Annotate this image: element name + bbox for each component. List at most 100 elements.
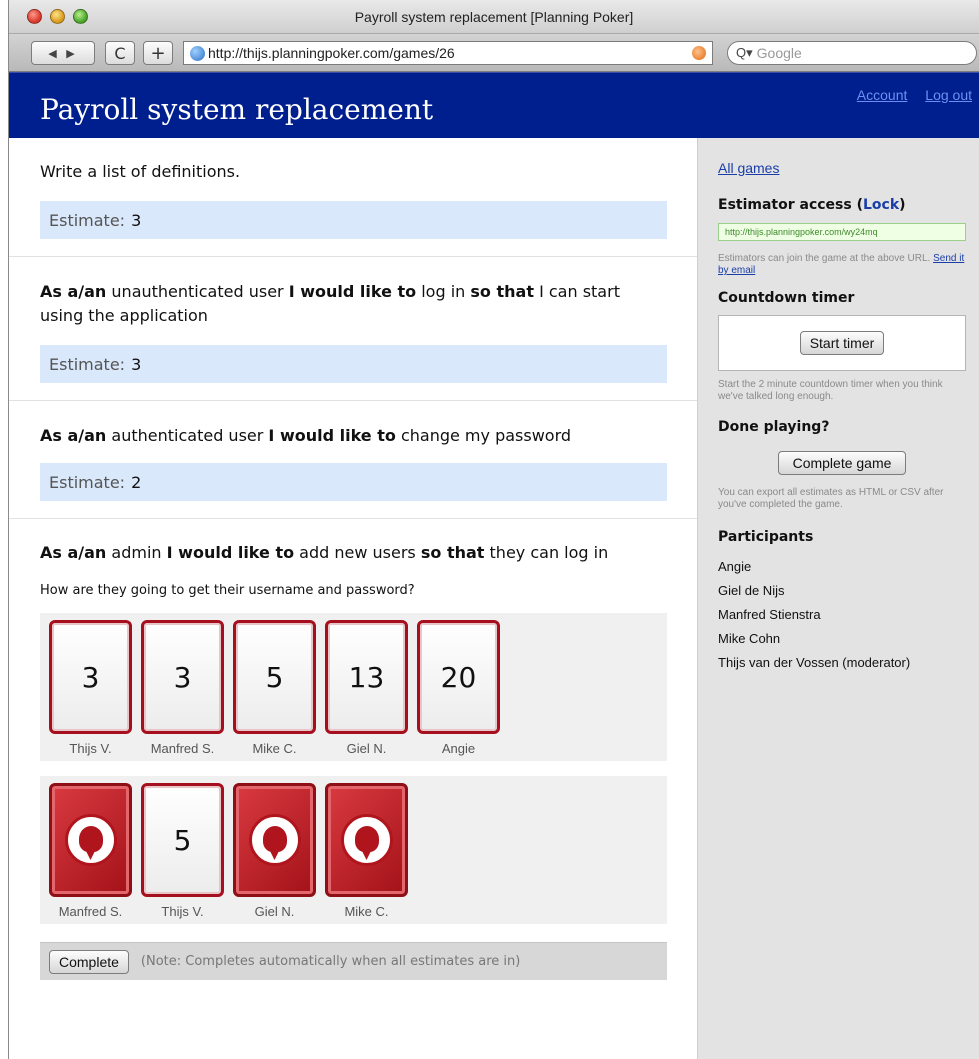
estimate-box: Estimate: 2 xyxy=(40,463,667,501)
complete-game-wrap: Complete game xyxy=(718,451,966,475)
estimator-access-label: Estimator access ( xyxy=(718,197,863,213)
complete-button[interactable]: Complete xyxy=(49,949,129,974)
complete-bar: Complete (Note: Completes automatically … xyxy=(40,942,667,980)
vote-slot: 5 Mike C. xyxy=(233,620,316,756)
stories-panel: Write a list of definitions. Estimate: 3… xyxy=(9,138,697,1059)
browser-window: Payroll system replacement [Planning Pok… xyxy=(8,0,979,1059)
vote-slot: Manfred S. xyxy=(49,783,132,919)
planning-poker-logo-icon xyxy=(248,814,301,866)
participant-item: Angie xyxy=(718,559,752,574)
voter-name: Thijs V. xyxy=(69,741,112,756)
window-title: Payroll system replacement [Planning Pok… xyxy=(354,9,634,25)
estimate-card: 13 xyxy=(325,620,408,734)
story-question: How are they going to get their username… xyxy=(40,583,415,598)
vote-slot: 3 Thijs V. xyxy=(49,620,132,756)
participants-heading: Participants xyxy=(718,529,814,545)
planning-poker-logo-icon xyxy=(64,814,117,866)
logout-link[interactable]: Log out xyxy=(925,87,972,103)
estimate-value: 2 xyxy=(131,472,142,492)
voter-name: Mike C. xyxy=(344,904,389,919)
story-text: Write a list of definitions. xyxy=(40,162,241,181)
story-keyword: I would like to xyxy=(268,426,396,445)
estimate-label: Estimate: xyxy=(49,354,126,374)
face-down-card xyxy=(49,783,132,897)
voter-name: Mike C. xyxy=(252,741,297,756)
estimate-value: 3 xyxy=(131,354,142,374)
participant-item: Giel de Nijs xyxy=(718,583,785,598)
access-help-text: Estimators can join the game at the abov… xyxy=(718,253,931,264)
all-games-link[interactable]: All games xyxy=(718,160,779,176)
vote-slot: Giel N. xyxy=(233,783,316,919)
url-text: http://thijs.planningpoker.com/games/26 xyxy=(208,45,455,61)
voter-name: Giel N. xyxy=(346,741,387,756)
browser-toolbar: ◀ ▶ C + http://thijs.planningpoker.com/g… xyxy=(9,34,979,72)
search-icon: Q▾ xyxy=(736,45,753,60)
add-bookmark-button[interactable]: + xyxy=(143,41,173,65)
complete-game-button[interactable]: Complete game xyxy=(777,451,907,475)
face-down-card xyxy=(233,783,316,897)
access-help: Estimators can join the game at the abov… xyxy=(718,253,966,277)
estimate-card: 20 xyxy=(417,620,500,734)
story-want: add new users xyxy=(299,543,416,562)
vote-slot: 20 Angie xyxy=(417,620,500,756)
story-item: As a/an unauthenticated user I would lik… xyxy=(9,257,697,401)
reload-button[interactable]: C xyxy=(105,41,135,65)
complete-note: (Note: Completes automatically when all … xyxy=(140,954,521,969)
voter-name: Angie xyxy=(441,741,476,756)
estimate-box: Estimate: 3 xyxy=(40,345,667,383)
story-want: log in xyxy=(421,282,466,301)
story-keyword: I would like to xyxy=(166,543,295,562)
voter-name: Manfred S. xyxy=(150,741,215,756)
estimate-label: Estimate: xyxy=(49,472,126,492)
estimate-card: 3 xyxy=(49,620,132,734)
story-text: As a/an authenticated user I would like … xyxy=(40,424,667,448)
story-item: Write a list of definitions. Estimate: 3 xyxy=(9,138,697,257)
account-link[interactable]: Account xyxy=(857,87,908,103)
story-keyword: so that xyxy=(420,543,485,562)
voter-name: Giel N. xyxy=(254,904,295,919)
story-benefit: they can log in xyxy=(489,543,609,562)
participant-item: Thijs van der Vossen (moderator) xyxy=(718,655,911,670)
story-role: admin xyxy=(111,543,162,562)
estimator-access-paren: ) xyxy=(899,197,906,213)
globe-icon xyxy=(190,45,205,61)
estimate-card: 5 xyxy=(233,620,316,734)
estimator-access-heading: Estimator access (Lock) xyxy=(718,197,966,213)
timer-box: Start timer xyxy=(718,315,966,371)
story-keyword: so that xyxy=(470,282,534,301)
lock-link[interactable]: Lock xyxy=(863,197,899,213)
address-bar[interactable]: http://thijs.planningpoker.com/games/26 xyxy=(183,41,713,65)
estimator-url-field[interactable]: http://thijs.planningpoker.com/wy24mq xyxy=(718,223,966,241)
story-text: As a/an admin I would like to add new us… xyxy=(40,541,667,565)
voter-name: Thijs V. xyxy=(161,904,204,919)
story-item: As a/an authenticated user I would like … xyxy=(9,401,697,519)
planning-poker-logo-icon xyxy=(340,814,393,866)
face-down-card xyxy=(325,783,408,897)
story-want: change my password xyxy=(400,426,572,445)
estimate-box: Estimate: 3 xyxy=(40,201,667,239)
title-bar: Payroll system replacement [Planning Pok… xyxy=(9,0,979,34)
search-placeholder: Google xyxy=(756,45,802,61)
estimate-card: 3 xyxy=(141,620,224,734)
story-role: authenticated user xyxy=(111,426,264,445)
user-links: Account Log out xyxy=(843,87,972,103)
rss-icon[interactable] xyxy=(692,46,706,60)
estimate-value: 3 xyxy=(131,210,142,230)
vote-slot: 3 Manfred S. xyxy=(141,620,224,756)
estimate-label: Estimate: xyxy=(49,210,126,230)
story-keyword: As a/an xyxy=(40,282,107,301)
countdown-heading: Countdown timer xyxy=(718,290,855,306)
estimate-card: 5 xyxy=(141,783,224,897)
revealed-cards-area: 3 Thijs V. 3 Manfred S. 5 Mike C. 13 Gie… xyxy=(40,613,667,761)
current-round-cards: Manfred S. 5 Thijs V. Giel N. Mike C. xyxy=(49,783,667,919)
sidebar: All games Estimator access (Lock) http:/… xyxy=(697,138,979,1059)
active-story: As a/an admin I would like to add new us… xyxy=(9,519,697,980)
voter-name: Manfred S. xyxy=(58,904,123,919)
back-forward-button[interactable]: ◀ ▶ xyxy=(31,41,95,65)
site-header: Payroll system replacement Account Log o… xyxy=(9,72,979,138)
start-timer-button[interactable]: Start timer xyxy=(799,331,885,355)
vote-slot: 13 Giel N. xyxy=(325,620,408,756)
vote-slot: 5 Thijs V. xyxy=(141,783,224,919)
done-playing-heading: Done playing? xyxy=(718,419,830,435)
search-field[interactable]: Q▾ Google xyxy=(727,41,977,65)
